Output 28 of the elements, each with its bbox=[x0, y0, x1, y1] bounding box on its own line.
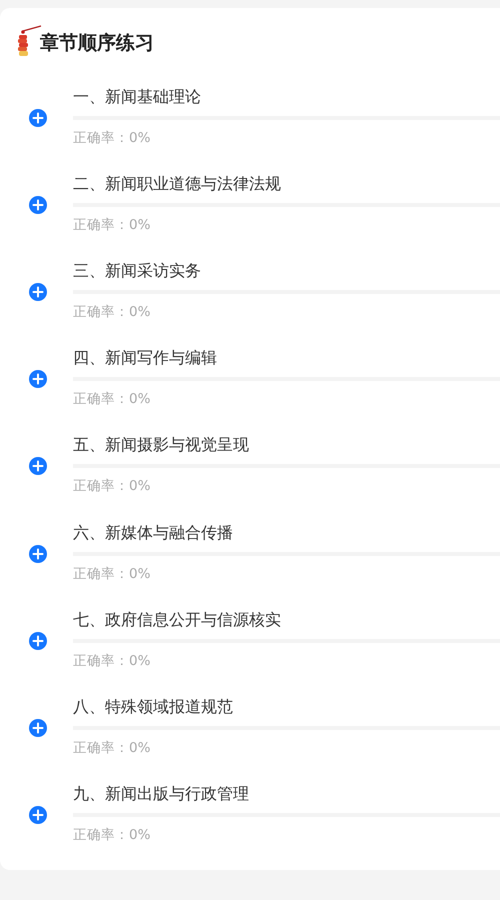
add-icon[interactable] bbox=[29, 806, 47, 824]
chapter-title[interactable]: 三、新闻采访实务 bbox=[73, 260, 500, 282]
add-icon[interactable] bbox=[29, 282, 47, 301]
chapter-title[interactable]: 六、新媒体与融合传播 bbox=[73, 522, 500, 544]
add-icon[interactable] bbox=[29, 108, 47, 127]
add-icon[interactable] bbox=[29, 544, 47, 563]
add-icon[interactable] bbox=[29, 370, 47, 388]
chapter-title[interactable]: 二、新闻职业道德与法律法规 bbox=[73, 172, 500, 195]
accuracy-text: 正确率：0% bbox=[73, 302, 152, 322]
add-icon[interactable] bbox=[29, 457, 47, 476]
accuracy-text: 正确率：0% bbox=[73, 738, 152, 758]
accuracy-text: 正确率：0% bbox=[73, 564, 152, 584]
accuracy-text: 正确率：0% bbox=[73, 652, 152, 671]
accuracy-text: 正确率：0% bbox=[73, 128, 152, 148]
accuracy-text: 正确率：0% bbox=[73, 477, 152, 496]
accuracy-text: 正确率：0% bbox=[73, 216, 152, 235]
accuracy-text: 正确率：0% bbox=[73, 826, 152, 846]
add-icon[interactable] bbox=[29, 196, 47, 214]
section-title: 章节顺序练习 bbox=[40, 31, 154, 56]
chapter-title[interactable]: 九、新闻出版与行政管理 bbox=[73, 783, 500, 806]
chapter-title[interactable]: 一、新闻基础理论 bbox=[73, 86, 500, 108]
chapter-title[interactable]: 四、新闻写作与编辑 bbox=[73, 347, 500, 370]
accuracy-text: 正确率：0% bbox=[73, 390, 152, 410]
chapter-title[interactable]: 八、特殊领域报道规范 bbox=[73, 696, 500, 718]
chapter-title[interactable]: 五、新闻摄影与视觉呈现 bbox=[73, 434, 500, 456]
chapter-title[interactable]: 七、政府信息公开与信源核实 bbox=[73, 608, 500, 631]
add-icon[interactable] bbox=[29, 632, 47, 650]
add-icon[interactable] bbox=[29, 718, 47, 737]
